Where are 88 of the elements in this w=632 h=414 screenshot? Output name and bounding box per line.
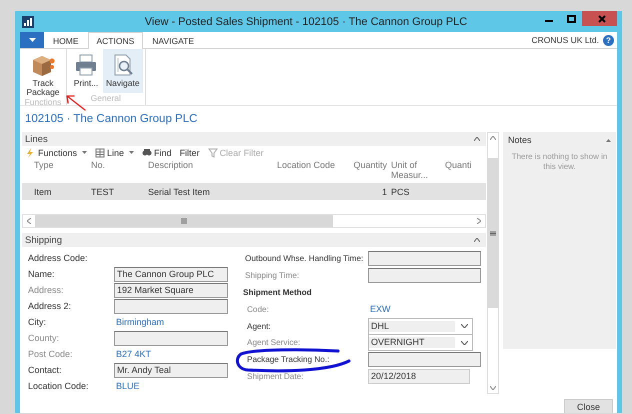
window-title: View - Posted Sales Shipment - 102105 · The Cannon Group PLC (144, 16, 468, 28)
company-name: CRONUS UK Ltd. (531, 35, 599, 45)
toolbar-button[interactable]: Line (95, 148, 134, 158)
input-field[interactable]: 20/12/2018 (368, 369, 470, 384)
printer-icon (73, 52, 99, 78)
collapse-icon (474, 137, 480, 141)
input-field[interactable]: 192 Market Square (114, 282, 228, 298)
ribbon-tab[interactable]: ACTIONS (88, 32, 144, 49)
field-label: County: (28, 333, 60, 343)
field-label: Location Code: (28, 381, 89, 391)
toolbar-button[interactable]: Filter (180, 148, 200, 158)
vertical-scrollbar[interactable] (487, 132, 499, 394)
group-label: Functions (24, 97, 62, 109)
input-field[interactable]: Mr. Andy Teal (114, 362, 228, 378)
app-icon[interactable] (22, 16, 34, 28)
toolbar-button[interactable]: Functions (26, 148, 88, 158)
arrow-annotation (65, 94, 87, 112)
section-header[interactable]: Lines (22, 132, 486, 146)
field-label: Name: (28, 269, 55, 279)
input-field[interactable] (368, 250, 481, 266)
menu-button[interactable] (20, 32, 44, 48)
group-heading: Shipment Method (243, 288, 312, 297)
dropdown-field[interactable]: DHL (368, 318, 473, 335)
caret-icon (461, 324, 468, 328)
caret-icon (461, 340, 468, 345)
column-header[interactable]: Description (146, 160, 275, 183)
table-cell-text: Item (33, 186, 53, 196)
group-label: General (90, 93, 122, 105)
grid-icon (95, 148, 106, 158)
input-field[interactable] (368, 268, 481, 283)
dropdown-field[interactable]: OVERNIGHT (368, 334, 473, 352)
caret-icon (28, 38, 36, 42)
input-field[interactable]: The Cannon Group PLC (114, 266, 228, 282)
binoculars-icon (142, 148, 152, 158)
caret-icon[interactable] (82, 151, 88, 154)
collapse-icon (474, 238, 480, 242)
panel-title: Notes (508, 135, 532, 145)
column-header[interactable]: No. (89, 160, 146, 183)
ribbon-button[interactable]: Navigate (103, 49, 143, 93)
empty-message: There is nothing to show in this view. (510, 151, 608, 173)
ribbon-button[interactable]: Track Package (22, 49, 64, 97)
field-label: Shipment Date: (247, 372, 304, 382)
field-link[interactable]: B27 4KT (114, 349, 152, 359)
table-cell-text: 1 (380, 186, 388, 196)
field-label: Package Tracking No.: (247, 355, 330, 364)
toolbar-button[interactable]: Find (142, 148, 172, 158)
horizontal-scrollbar[interactable] (22, 214, 486, 228)
field-link[interactable]: EXW (368, 304, 391, 314)
column-header[interactable]: Type (22, 160, 89, 183)
field-label: Address Code: (28, 253, 88, 263)
table-cell-text: Serial Test Item (147, 186, 211, 196)
input-field[interactable] (114, 330, 228, 346)
ribbon-button[interactable]: Print... (69, 49, 103, 93)
column-header[interactable]: Location Code (275, 160, 339, 183)
field-label: City: (28, 317, 46, 327)
help-button[interactable]: ? (603, 34, 614, 46)
close-icon (598, 14, 606, 22)
ribbon-tab[interactable]: HOME (44, 32, 88, 48)
field-label: Contact: (28, 365, 62, 375)
column-header[interactable]: Quanti (443, 160, 473, 183)
field-label: Shipping Time: (245, 270, 300, 280)
field-label: Outbound Whse. Handling Time: (245, 254, 364, 263)
table-cell-text: PCS (390, 186, 411, 196)
input-field[interactable] (368, 352, 481, 368)
table-row[interactable]: Item TEST Serial Test Item 1 PCS (22, 183, 486, 200)
column-header[interactable]: Quantity (339, 160, 389, 183)
field-link[interactable]: BLUE (114, 381, 140, 391)
field-label: Agent Service: (247, 338, 300, 348)
collapse-icon[interactable] (606, 138, 611, 142)
maximize-icon (566, 14, 576, 22)
field-label: Address: (28, 285, 64, 295)
section-header[interactable]: Shipping (22, 233, 486, 247)
table-cell-text: TEST (90, 186, 116, 196)
column-header[interactable]: Unit of Measur... (389, 160, 443, 183)
field-label: Agent: (247, 322, 271, 331)
grip-icon (180, 218, 188, 224)
caret-icon[interactable] (129, 151, 134, 154)
input-field[interactable] (114, 298, 228, 314)
grip-icon (490, 230, 496, 236)
ribbon-tab[interactable]: NAVIGATE (143, 32, 204, 48)
close-button[interactable] (582, 11, 617, 26)
field-label: Address 2: (28, 301, 72, 311)
page-title: 102105 · The Cannon Group PLC (24, 112, 198, 127)
field-link[interactable]: Birmingham (114, 317, 164, 327)
field-label: Code: (247, 304, 269, 314)
filter-icon (208, 148, 218, 158)
field-label: Post Code: (28, 349, 73, 359)
close-button[interactable]: Close (564, 399, 613, 413)
